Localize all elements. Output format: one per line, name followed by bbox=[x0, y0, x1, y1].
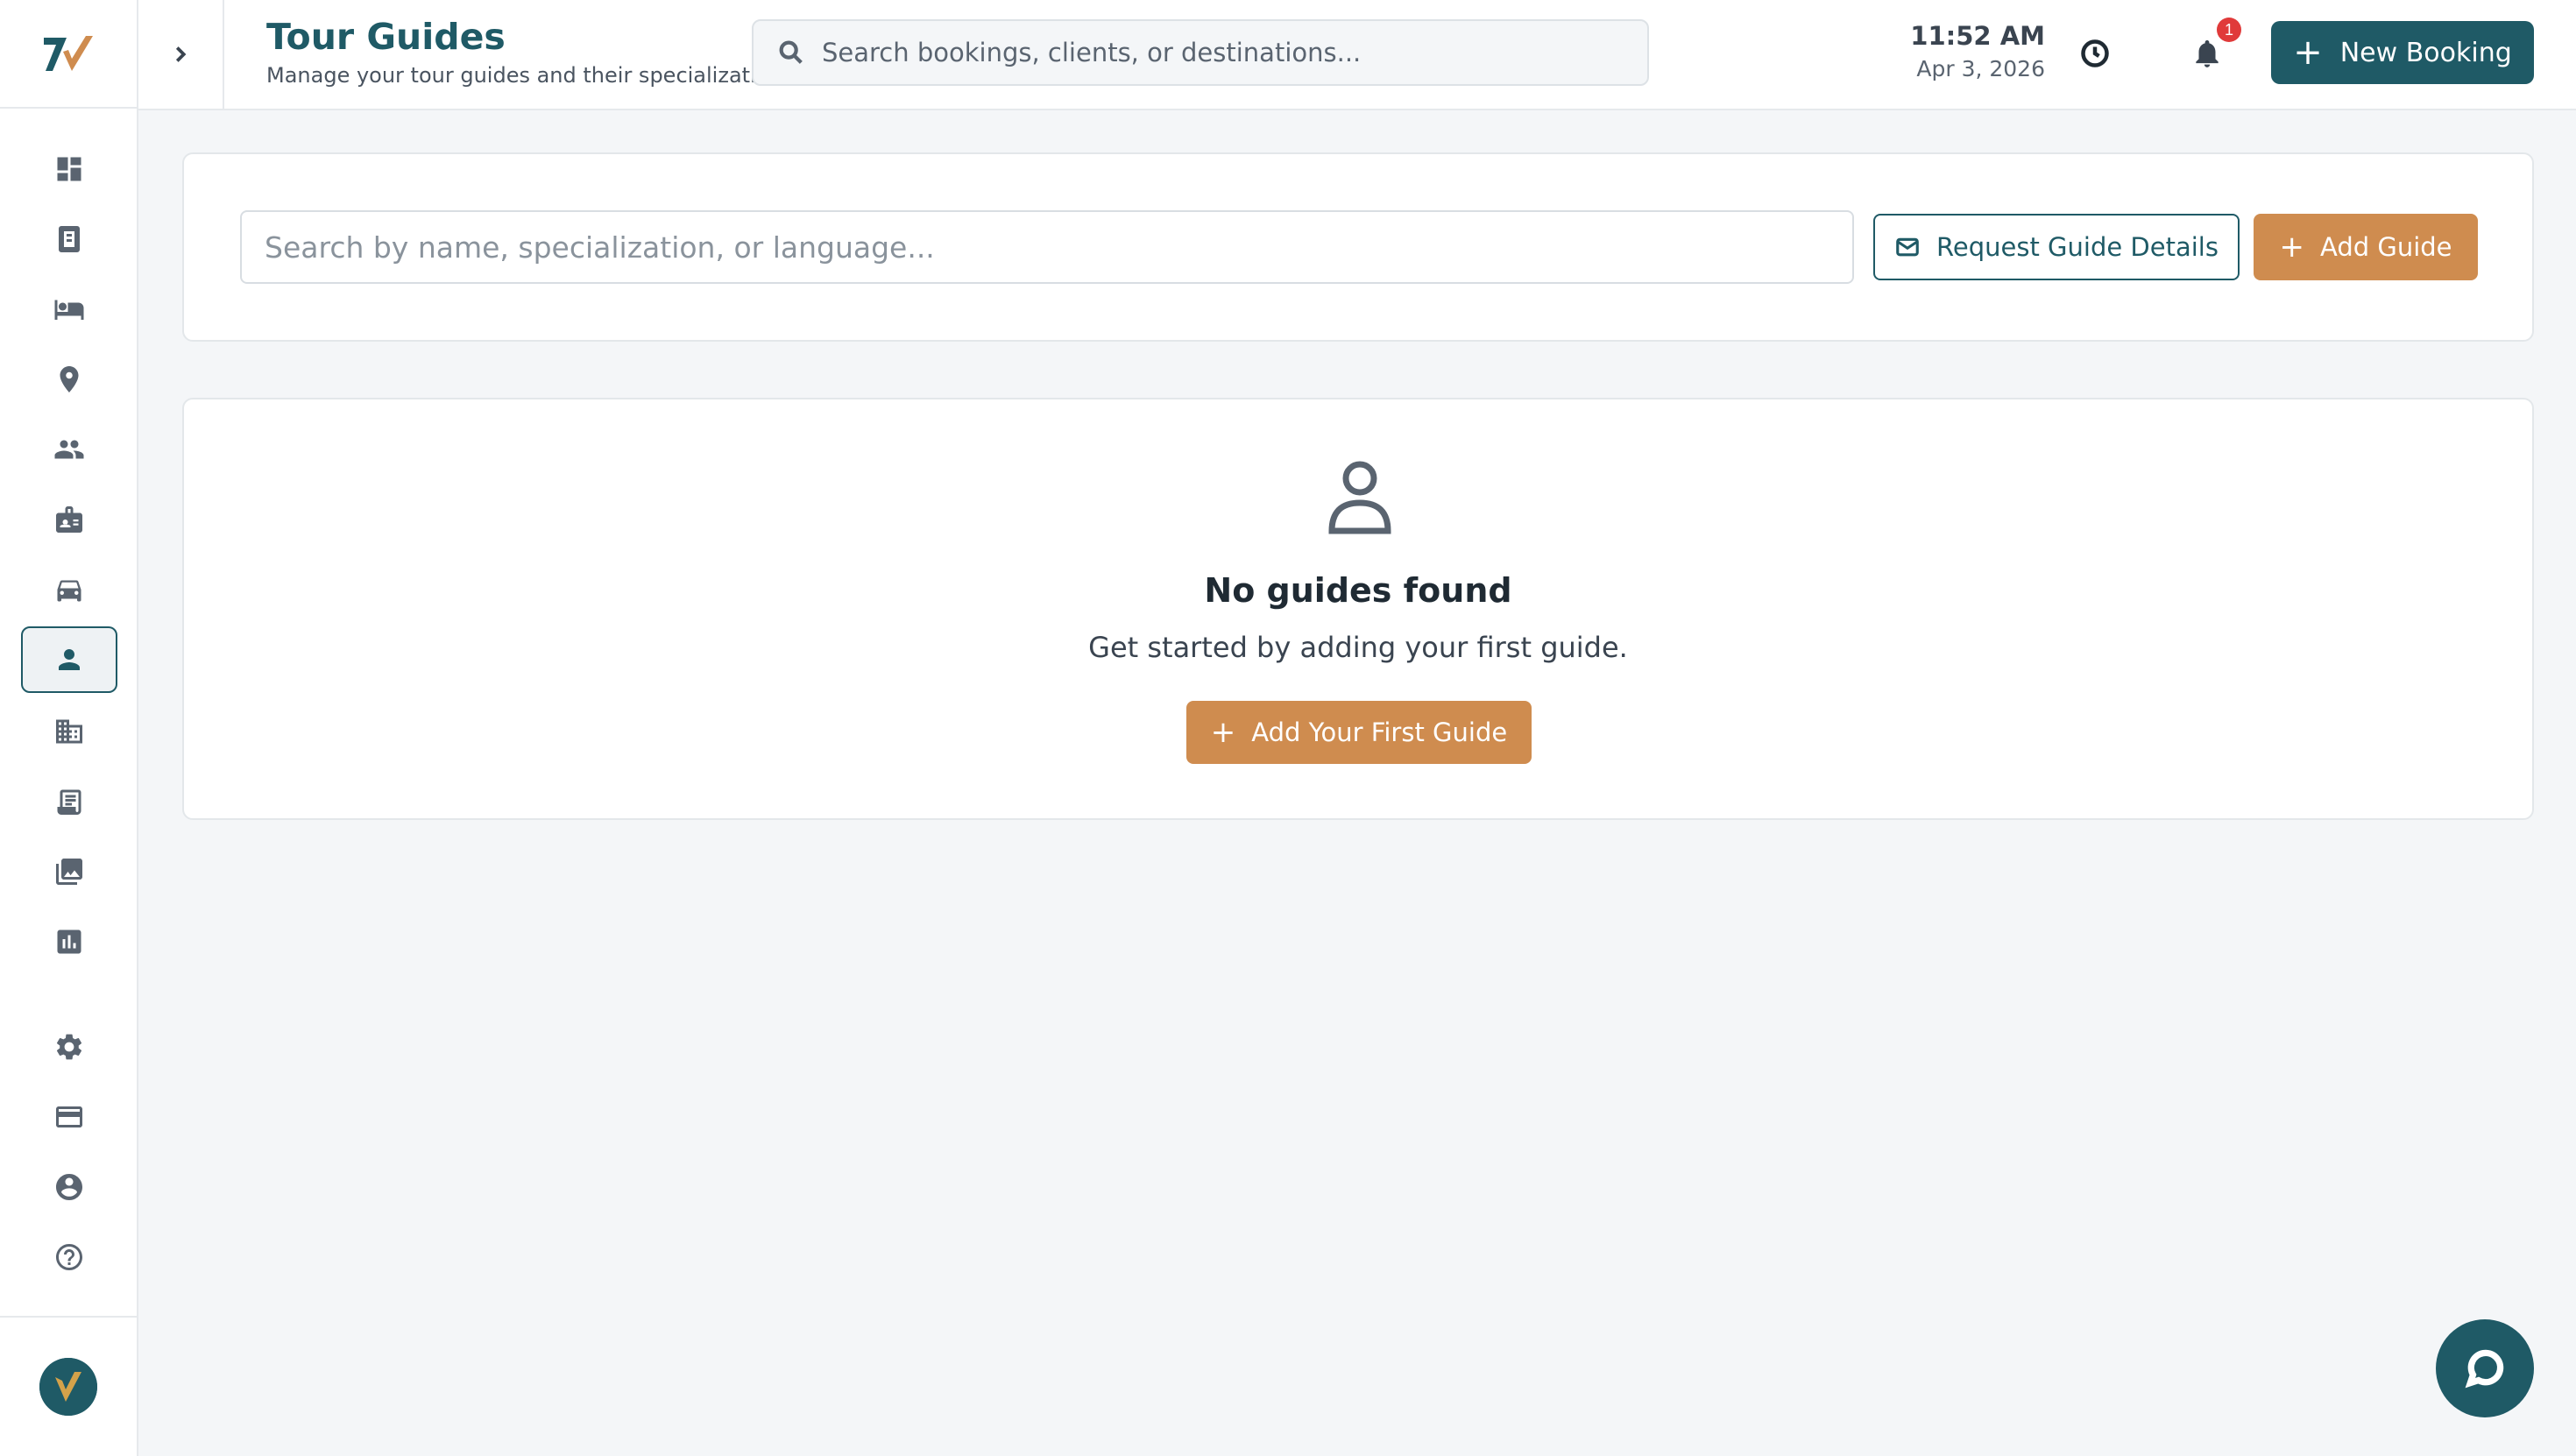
page-subtitle: Manage your tour guides and their specia… bbox=[266, 63, 794, 88]
new-booking-label: New Booking bbox=[2339, 37, 2512, 68]
sidebar bbox=[0, 0, 138, 1456]
account-icon bbox=[56, 1174, 82, 1200]
empty-state-title: No guides found bbox=[1204, 571, 1512, 610]
notification-badge: 1 bbox=[2217, 18, 2241, 42]
guides-filter-card: Request Guide Details + Add Guide bbox=[182, 152, 2534, 342]
bookings-icon bbox=[59, 226, 80, 252]
sidebar-toggle-button[interactable] bbox=[138, 0, 224, 109]
sidebar-item-vehicles[interactable] bbox=[21, 556, 117, 623]
sidebar-item-help[interactable] bbox=[21, 1224, 117, 1290]
global-search[interactable] bbox=[752, 19, 1649, 86]
billing-icon bbox=[56, 1106, 82, 1127]
building-icon bbox=[56, 719, 82, 744]
page-title: Tour Guides bbox=[266, 16, 506, 58]
sidebar-item-destinations[interactable] bbox=[21, 346, 117, 413]
mail-icon bbox=[1896, 237, 1919, 257]
clock-date: Apr 3, 2026 bbox=[1916, 56, 2045, 81]
sidebar-item-hotels[interactable] bbox=[21, 276, 117, 343]
request-guide-details-label: Request Guide Details bbox=[1936, 232, 2219, 262]
clock-icon bbox=[2081, 39, 2109, 67]
sidebar-item-dashboard[interactable] bbox=[21, 136, 117, 202]
plus-icon: + bbox=[1210, 715, 1236, 750]
dashboard-icon bbox=[57, 157, 81, 181]
add-guide-label: Add Guide bbox=[2319, 232, 2452, 262]
sidebar-item-settings[interactable] bbox=[21, 1014, 117, 1080]
global-search-input[interactable] bbox=[822, 38, 1610, 67]
gallery-icon bbox=[56, 859, 82, 885]
guide-search-input[interactable] bbox=[240, 210, 1854, 284]
guides-empty-state: No guides found Get started by adding yo… bbox=[182, 398, 2534, 820]
recent-activity-button[interactable] bbox=[2070, 28, 2120, 79]
hotel-icon bbox=[54, 300, 84, 320]
location-icon bbox=[60, 366, 79, 392]
request-guide-details-button[interactable]: Request Guide Details bbox=[1873, 214, 2240, 280]
sidebar-item-suppliers[interactable] bbox=[21, 698, 117, 765]
bell-icon bbox=[2196, 39, 2219, 67]
plus-icon: + bbox=[2293, 32, 2323, 73]
user-outline-icon bbox=[1325, 457, 1395, 536]
user-avatar-icon bbox=[39, 1358, 97, 1416]
sidebar-footer bbox=[0, 1316, 137, 1456]
help-icon bbox=[56, 1244, 82, 1270]
sidebar-item-bookings[interactable] bbox=[21, 206, 117, 272]
chat-bubble-icon bbox=[2465, 1349, 2504, 1389]
add-first-guide-button[interactable]: + Add Your First Guide bbox=[1186, 701, 1532, 764]
empty-state-text: Get started by adding your first guide. bbox=[1088, 631, 1628, 664]
clock-time: 11:52 AM bbox=[1910, 21, 2045, 51]
add-first-guide-label: Add Your First Guide bbox=[1251, 717, 1508, 747]
brand-logo-icon bbox=[44, 36, 93, 71]
sidebar-item-tour-guides[interactable] bbox=[21, 626, 117, 693]
plus-icon: + bbox=[2279, 230, 2304, 265]
car-icon bbox=[57, 580, 81, 602]
staff-badge-icon bbox=[56, 506, 82, 533]
sidebar-item-reports[interactable] bbox=[21, 908, 117, 975]
reports-icon bbox=[57, 929, 81, 954]
sidebar-item-account[interactable] bbox=[21, 1154, 117, 1220]
new-booking-button[interactable]: + New Booking bbox=[2271, 21, 2534, 84]
invoice-icon bbox=[57, 789, 81, 815]
sidebar-item-clients[interactable] bbox=[21, 416, 117, 483]
sidebar-item-invoices[interactable] bbox=[21, 768, 117, 835]
sidebar-item-staff[interactable] bbox=[21, 486, 117, 553]
settings-icon bbox=[56, 1034, 82, 1060]
sidebar-item-gallery[interactable] bbox=[21, 838, 117, 905]
add-guide-button[interactable]: + Add Guide bbox=[2254, 214, 2478, 280]
search-icon bbox=[779, 40, 803, 64]
sidebar-item-billing[interactable] bbox=[21, 1084, 117, 1150]
person-icon bbox=[59, 649, 80, 670]
avatar[interactable] bbox=[39, 1358, 97, 1416]
chevron-right-icon bbox=[175, 46, 187, 62]
logo[interactable] bbox=[0, 0, 137, 109]
chat-button[interactable] bbox=[2436, 1319, 2534, 1417]
clients-icon bbox=[54, 440, 84, 459]
